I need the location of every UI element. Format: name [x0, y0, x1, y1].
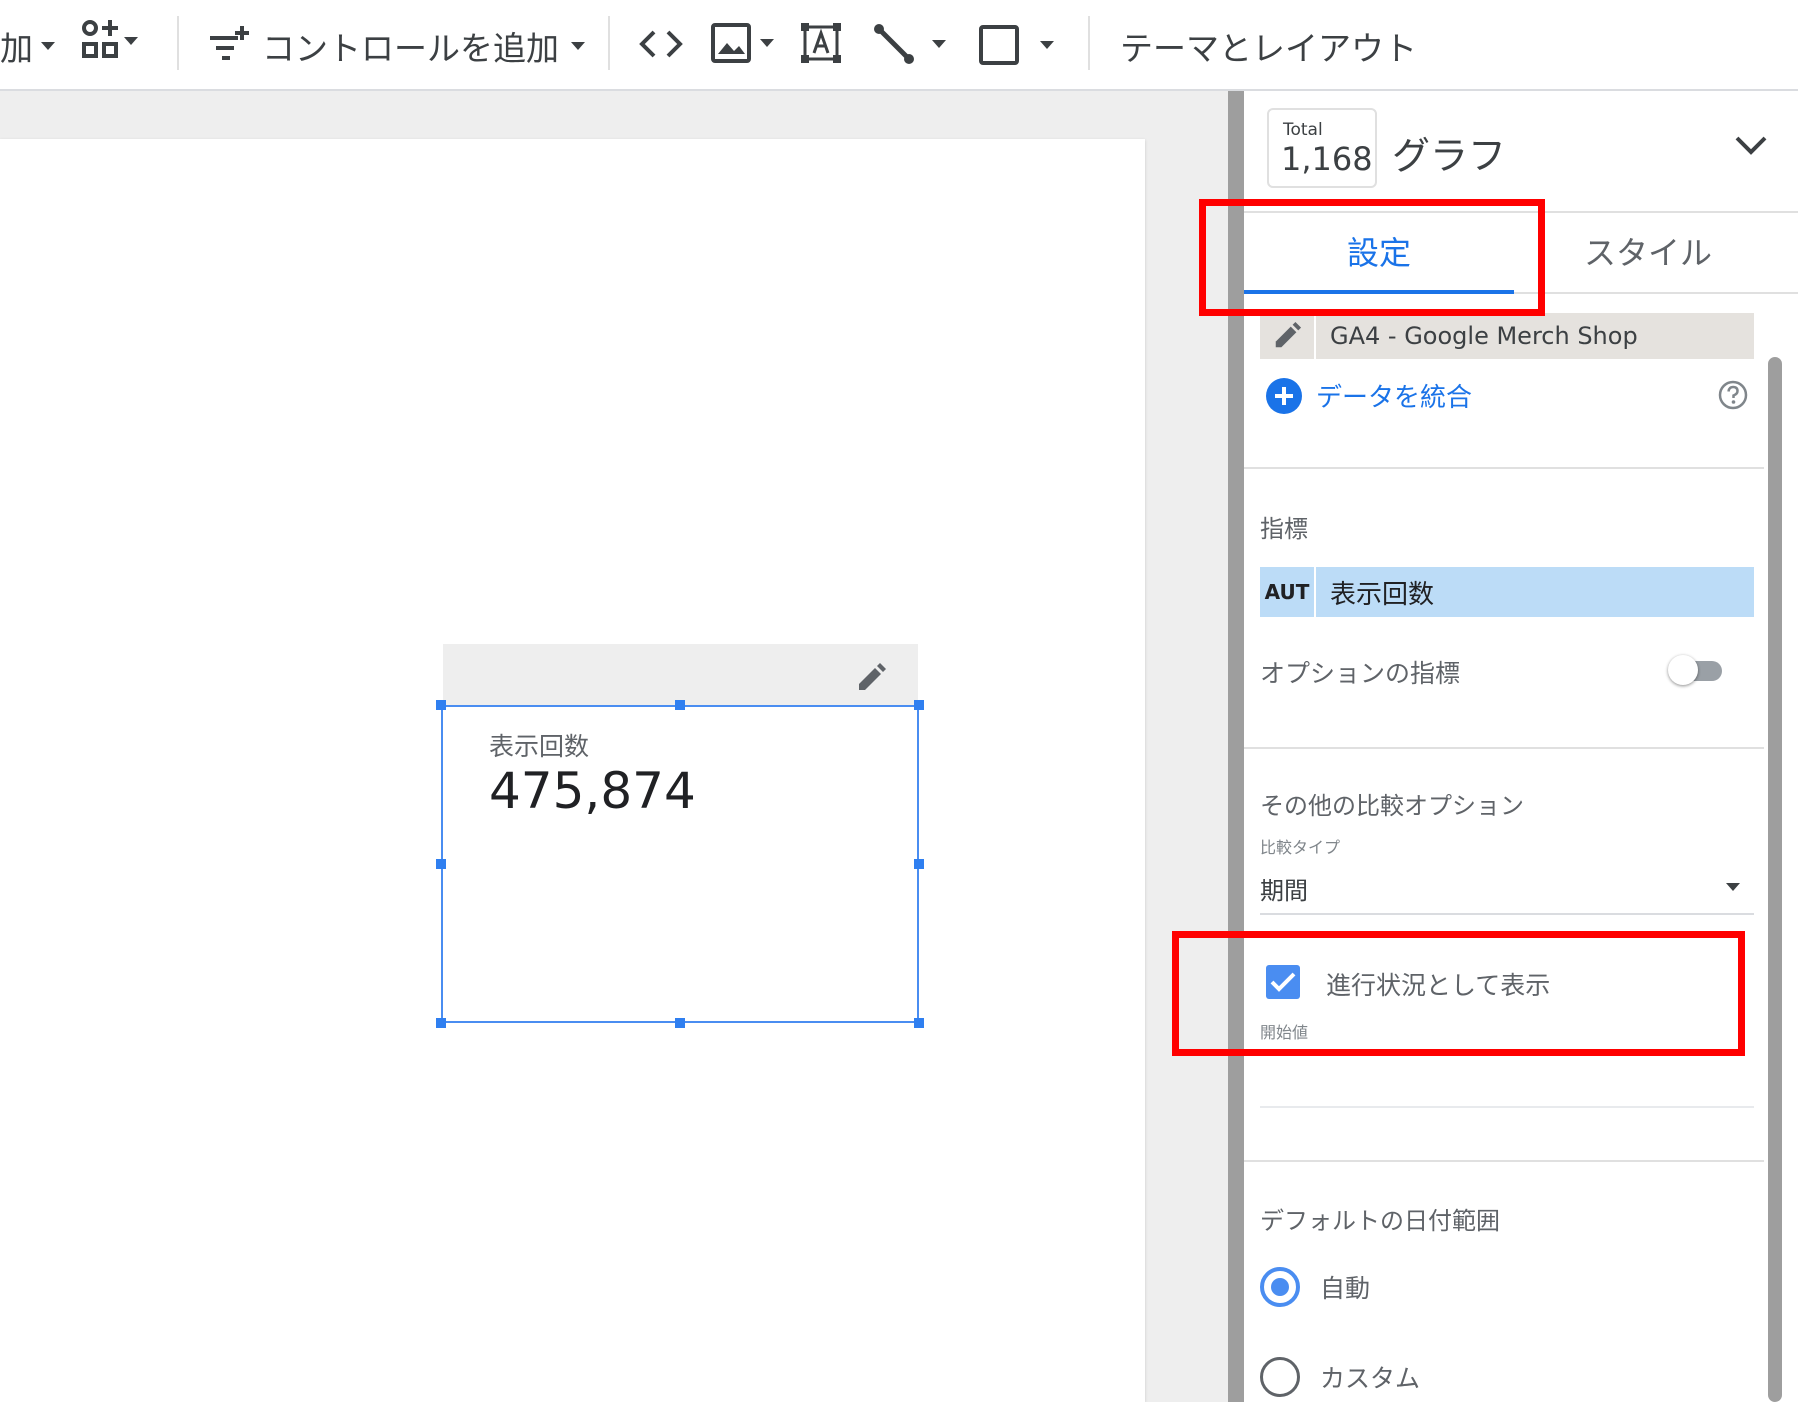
add-component-menu[interactable] [80, 18, 138, 64]
chart-type-badge[interactable]: Total 1,168 [1267, 108, 1377, 188]
resize-handle[interactable] [675, 700, 685, 710]
panel-divider [1514, 292, 1798, 294]
chevron-down-icon [760, 39, 774, 47]
pencil-icon[interactable] [855, 662, 887, 694]
toolbar-divider [608, 16, 610, 70]
community-components-icon [82, 20, 118, 58]
chevron-down-icon [41, 42, 55, 50]
resize-handle[interactable] [914, 700, 924, 710]
add-chart-menu[interactable]: 加 [0, 22, 55, 70]
add-control-button[interactable]: コントロールを追加 [208, 22, 585, 70]
chevron-down-icon [1040, 41, 1054, 49]
date-option-label: カスタム [1320, 1364, 1421, 1393]
resize-handle[interactable] [436, 1018, 446, 1028]
shape-button[interactable] [978, 24, 1054, 66]
code-icon [639, 30, 683, 58]
chart-type-title: グラフ [1392, 134, 1507, 178]
data-source-name: GA4 - Google Merch Shop [1330, 322, 1638, 350]
chevron-down-icon [124, 37, 138, 45]
add-chart-label: 加 [0, 29, 33, 68]
blend-data-button[interactable]: データを統合 [1266, 377, 1472, 414]
chevron-down-icon [932, 40, 946, 48]
metric-name: 表示回数 [1330, 579, 1435, 610]
toolbar: 加 コントロールを追加 テーマとレイアウト [0, 0, 1798, 91]
report-canvas: 表示回数 475,874 [0, 91, 1228, 1402]
panel-divider [1244, 747, 1764, 749]
blend-data-label: データを統合 [1316, 383, 1473, 413]
panel-scrollbar[interactable] [1768, 357, 1782, 1402]
resize-handle[interactable] [914, 859, 924, 869]
chevron-down-icon[interactable] [1734, 134, 1768, 156]
metric-chip[interactable]: AUT 表示回数 [1260, 567, 1754, 617]
optional-metrics-label: オプションの指標 [1260, 659, 1461, 688]
panel-divider [1244, 1160, 1764, 1162]
resize-handle[interactable] [675, 1018, 685, 1028]
annotation-box-setup-tab [1199, 199, 1545, 316]
text-box-button[interactable] [800, 22, 842, 64]
date-option-custom[interactable]: カスタム [1260, 1357, 1420, 1397]
embed-url-button[interactable] [638, 26, 684, 62]
total-value: 1,168 [1281, 140, 1373, 178]
date-option-auto[interactable]: 自動 [1260, 1267, 1370, 1307]
add-control-label: コントロールを追加 [262, 29, 559, 68]
toolbar-divider [177, 16, 179, 70]
report-page[interactable]: 表示回数 475,874 [0, 139, 1145, 1402]
text-box-icon [801, 23, 841, 63]
total-label: Total [1283, 120, 1323, 140]
chevron-down-icon[interactable] [1726, 883, 1740, 891]
resize-handle[interactable] [914, 1018, 924, 1028]
scorecard-chart[interactable]: 表示回数 475,874 [441, 705, 919, 1023]
scorecard-value: 475,874 [489, 762, 696, 820]
metric-aggregation-badge[interactable]: AUT [1260, 567, 1316, 617]
data-source-row[interactable]: GA4 - Google Merch Shop [1260, 313, 1754, 359]
start-value-input[interactable] [1260, 1106, 1754, 1108]
resize-handle[interactable] [436, 859, 446, 869]
rectangle-icon [979, 25, 1019, 65]
annotation-box-show-progress [1172, 931, 1745, 1056]
scorecard-metric-label: 表示回数 [489, 732, 590, 761]
resize-handle[interactable] [436, 700, 446, 710]
theme-layout-label: テーマとレイアウト [1120, 29, 1417, 68]
line-icon [874, 24, 914, 64]
add-circle-icon [1266, 377, 1302, 414]
select-underline [1260, 913, 1754, 915]
image-icon [711, 23, 751, 63]
metrics-section-title: 指標 [1260, 515, 1308, 543]
radio-selected-icon[interactable] [1260, 1267, 1300, 1307]
panel-divider [1244, 467, 1764, 469]
date-option-label: 自動 [1320, 1274, 1371, 1303]
radio-unselected-icon[interactable] [1260, 1357, 1300, 1397]
line-button[interactable] [872, 22, 946, 66]
pencil-icon [1275, 321, 1302, 348]
tab-style[interactable]: スタイル [1514, 221, 1782, 281]
toggle-knob [1668, 655, 1698, 685]
comparison-type-select[interactable]: 期間 [1260, 871, 1308, 906]
help-icon[interactable] [1718, 380, 1748, 410]
chevron-down-icon [571, 42, 585, 50]
comparison-type-label: 比較タイプ [1260, 838, 1341, 857]
filter-add-icon [210, 26, 249, 60]
edit-data-source-button[interactable] [1260, 313, 1316, 359]
theme-layout-button[interactable]: テーマとレイアウト [1120, 22, 1417, 70]
image-button[interactable] [710, 22, 774, 64]
default-date-section-title: デフォルトの日付範囲 [1260, 1207, 1500, 1235]
optional-metrics-toggle[interactable] [1668, 655, 1722, 685]
toolbar-divider [1088, 16, 1090, 70]
comparison-section-title: その他の比較オプション [1260, 792, 1524, 820]
